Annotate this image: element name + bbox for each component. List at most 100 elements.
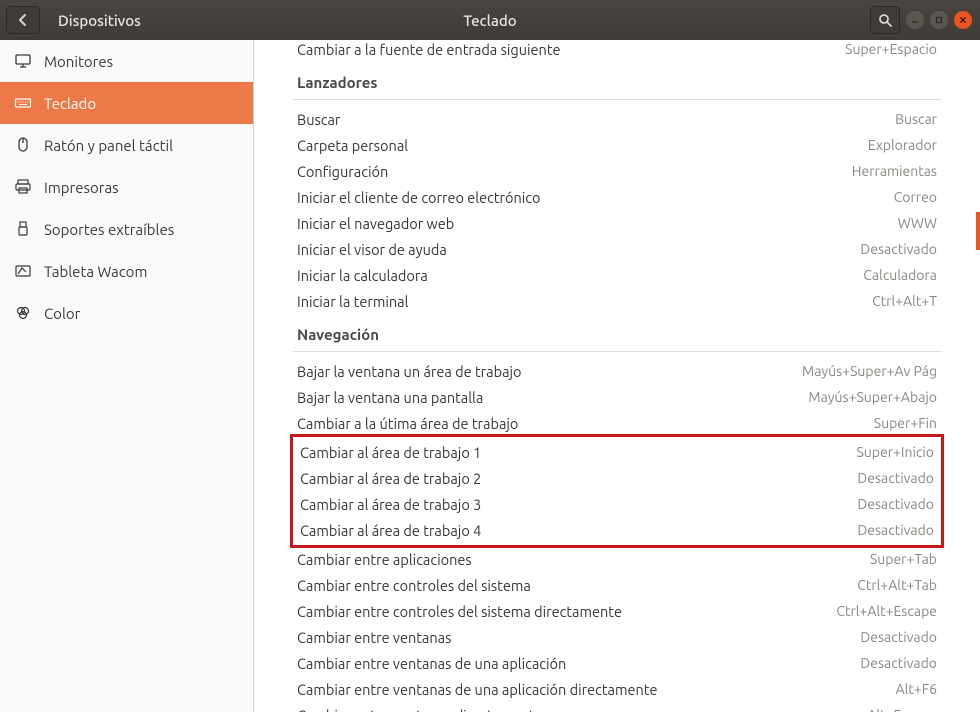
chevron-left-icon: [17, 14, 29, 26]
close-button[interactable]: [954, 11, 972, 29]
shortcut-label: Iniciar el navegador web: [297, 215, 898, 232]
shortcut-row[interactable]: Iniciar el navegador webWWW: [293, 210, 941, 236]
shortcut-label: Cambiar entre controles del sistema: [297, 577, 857, 594]
shortcut-accel: Desactivado: [860, 241, 937, 257]
shortcut-label: Cambiar al área de trabajo 2: [300, 470, 857, 487]
shortcut-accel: Ctrl+Alt+Tab: [857, 577, 937, 593]
sidebar-item-label: Tableta Wacom: [44, 263, 147, 280]
search-button[interactable]: [870, 6, 900, 34]
sidebar-item-label: Monitores: [44, 53, 113, 70]
shortcut-row[interactable]: Cambiar entre aplicacionesSuper+Tab: [293, 546, 941, 572]
shortcut-label: Configuración: [297, 163, 852, 180]
shortcut-row[interactable]: ConfiguraciónHerramientas: [293, 158, 941, 184]
shortcut-accel: Super+Espacio: [845, 41, 937, 57]
shortcut-label: Iniciar la calculadora: [297, 267, 863, 284]
shortcut-label: Cambiar entre ventanas de una aplicación: [297, 655, 860, 672]
shortcut-row[interactable]: Cambiar al área de trabajo 4Desactivado: [293, 517, 941, 543]
shortcut-row[interactable]: Cambiar entre ventanas de una aplicación…: [293, 650, 941, 676]
highlighted-shortcuts: Cambiar al área de trabajo 1Super+Inicio…: [290, 434, 944, 548]
shortcut-accel: WWW: [898, 215, 937, 231]
sidebar-section-title: Dispositivos: [58, 12, 141, 29]
sidebar-item-impresoras[interactable]: Impresoras: [0, 166, 253, 208]
color-icon: [14, 304, 32, 322]
shortcut-row[interactable]: Cambiar al área de trabajo 1Super+Inicio: [293, 439, 941, 465]
minimize-icon: [911, 16, 919, 24]
shortcut-label: Cambiar entre aplicaciones: [297, 551, 870, 568]
shortcut-accel: Desactivado: [860, 629, 937, 645]
mouse-icon: [14, 136, 32, 154]
shortcut-row[interactable]: Cambiar entre controles del sistemaCtrl+…: [293, 572, 941, 598]
scroll-indicator: [976, 212, 980, 250]
shortcut-label: Cambiar a la útima área de trabajo: [297, 415, 874, 432]
shortcut-label: Cambiar entre ventanas directamente: [297, 707, 867, 712]
shortcut-row[interactable]: Cambiar entre controles del sistema dire…: [293, 598, 941, 624]
shortcut-label: Cambiar al área de trabajo 1: [300, 444, 856, 461]
sidebar-item-label: Soportes extraíbles: [44, 221, 174, 238]
shortcut-row[interactable]: Cambiar a la fuente de entrada siguiente…: [293, 40, 941, 62]
shortcut-row[interactable]: Iniciar la calculadoraCalculadora: [293, 262, 941, 288]
sidebar-item-soportes[interactable]: Soportes extraíbles: [0, 208, 253, 250]
shortcut-accel: Mayús+Super+Abajo: [808, 389, 937, 405]
maximize-button[interactable]: [930, 11, 948, 29]
shortcut-row[interactable]: Cambiar entre ventanas de una aplicación…: [293, 676, 941, 702]
shortcut-label: Carpeta personal: [297, 137, 868, 154]
shortcut-row[interactable]: Iniciar la terminalCtrl+Alt+T: [293, 288, 941, 314]
window-controls: [870, 6, 972, 34]
shortcut-accel: Desactivado: [857, 522, 934, 538]
shortcut-label: Iniciar el cliente de correo electrónico: [297, 189, 894, 206]
shortcut-accel: Alt+F6: [896, 681, 937, 697]
shortcut-accel: Explorador: [868, 137, 937, 153]
shortcut-accel: Calculadora: [863, 267, 937, 283]
shortcut-row[interactable]: Cambiar entre ventanas directamenteAlt+E…: [293, 702, 941, 712]
shortcut-label: Cambiar a la fuente de entrada siguiente: [297, 41, 845, 58]
sidebar-item-color[interactable]: Color: [0, 292, 253, 334]
shortcut-label: Buscar: [297, 111, 895, 128]
usb-icon: [14, 220, 32, 238]
close-icon: [959, 16, 967, 24]
shortcut-label: Cambiar al área de trabajo 4: [300, 522, 857, 539]
shortcut-label: Cambiar al área de trabajo 3: [300, 496, 857, 513]
shortcut-label: Bajar la ventana una pantalla: [297, 389, 808, 406]
sidebar: Monitores Teclado Ratón y panel táctil I…: [0, 40, 254, 712]
sidebar-item-label: Teclado: [44, 95, 96, 112]
sidebar-item-label: Color: [44, 305, 80, 322]
sidebar-item-raton[interactable]: Ratón y panel táctil: [0, 124, 253, 166]
shortcut-label: Cambiar entre controles del sistema dire…: [297, 603, 836, 620]
sidebar-item-monitores[interactable]: Monitores: [0, 40, 253, 82]
shortcut-accel: Buscar: [895, 111, 937, 127]
shortcut-row[interactable]: Iniciar el cliente de correo electrónico…: [293, 184, 941, 210]
sidebar-item-teclado[interactable]: Teclado: [0, 82, 253, 124]
shortcut-accel: Ctrl+Alt+Escape: [836, 603, 937, 619]
shortcut-row[interactable]: Cambiar a la útima área de trabajoSuper+…: [293, 410, 941, 436]
back-button[interactable]: [6, 6, 40, 34]
keyboard-icon: [14, 94, 32, 112]
monitor-icon: [14, 52, 32, 70]
printer-icon: [14, 178, 32, 196]
shortcut-accel: Super+Inicio: [856, 444, 934, 460]
shortcut-row[interactable]: BuscarBuscar: [293, 106, 941, 132]
shortcut-label: Iniciar la terminal: [297, 293, 872, 310]
shortcut-label: Iniciar el visor de ayuda: [297, 241, 860, 258]
sidebar-item-label: Impresoras: [44, 179, 119, 196]
shortcut-row[interactable]: Carpeta personalExplorador: [293, 132, 941, 158]
shortcut-accel: Alt+Escape: [867, 707, 937, 712]
shortcut-row[interactable]: Bajar la ventana un área de trabajoMayús…: [293, 358, 941, 384]
sidebar-item-tableta[interactable]: Tableta Wacom: [0, 250, 253, 292]
shortcut-row[interactable]: Iniciar el visor de ayudaDesactivado: [293, 236, 941, 262]
shortcut-row[interactable]: Bajar la ventana una pantallaMayús+Super…: [293, 384, 941, 410]
shortcut-label: Cambiar entre ventanas: [297, 629, 860, 646]
page-title: Teclado: [0, 12, 980, 29]
section-header-lanzadores: Lanzadores: [293, 62, 941, 100]
shortcut-row[interactable]: Cambiar al área de trabajo 3Desactivado: [293, 491, 941, 517]
tablet-icon: [14, 262, 32, 280]
shortcut-row[interactable]: Cambiar entre ventanasDesactivado: [293, 624, 941, 650]
shortcut-accel: Desactivado: [860, 655, 937, 671]
content-area[interactable]: Cambiar a la fuente de entrada siguiente…: [254, 40, 980, 712]
shortcut-accel: Herramientas: [852, 163, 937, 179]
search-icon: [878, 13, 892, 27]
shortcut-accel: Ctrl+Alt+T: [872, 293, 937, 309]
minimize-button[interactable]: [906, 11, 924, 29]
shortcut-row[interactable]: Cambiar al área de trabajo 2Desactivado: [293, 465, 941, 491]
maximize-icon: [935, 16, 943, 24]
shortcut-accel: Desactivado: [857, 470, 934, 486]
